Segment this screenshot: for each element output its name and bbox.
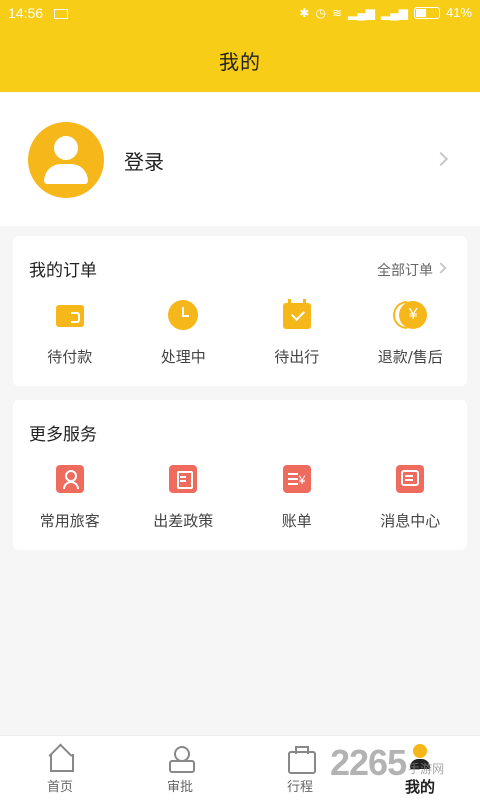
watermark-number: 2265: [330, 742, 407, 783]
orders-grid: 待付款 处理中 待出行 ¥ 退款/售后: [13, 298, 467, 367]
order-processing[interactable]: 处理中: [127, 298, 241, 367]
alarm-icon: ◷: [315, 5, 326, 20]
all-orders-link[interactable]: 全部订单: [377, 260, 433, 280]
more-services-card: 更多服务 常用旅客 出差政策 账单 消息中心: [13, 400, 467, 550]
traveler-icon: [55, 465, 84, 493]
home-icon: [45, 744, 75, 772]
services-title: 更多服务: [29, 425, 97, 445]
message-icon: [396, 465, 425, 493]
service-label: 常用旅客: [39, 512, 100, 530]
signal-icon: ▂▄▆: [348, 5, 375, 20]
policy-doc-icon: [169, 465, 198, 493]
order-label: 待付款: [47, 348, 93, 366]
battery-percent: 41%: [445, 5, 472, 20]
status-bar: 14:56 ✱ ◷ ≋ ▂▄▆ ▂▄▆ 41%: [0, 0, 480, 28]
status-time: 14:56: [8, 5, 44, 21]
calendar-check-icon: [282, 299, 311, 329]
login-label: 登录: [124, 150, 164, 174]
order-label: 退款/售后: [377, 348, 443, 366]
service-label: 出差政策: [153, 512, 214, 530]
page-title: 我的: [219, 49, 261, 74]
watermark: 2265 手游网: [330, 742, 444, 784]
battery-icon: [413, 6, 440, 19]
app-header: 我的: [0, 28, 480, 92]
order-label: 待出行: [274, 348, 320, 366]
order-refund[interactable]: ¥ 退款/售后: [354, 298, 468, 367]
service-travel-policy[interactable]: 出差政策: [127, 462, 241, 531]
tab-home[interactable]: 首页: [0, 736, 120, 800]
tab-approve[interactable]: 审批: [120, 736, 240, 800]
service-bills[interactable]: 账单: [240, 462, 354, 531]
orders-title: 我的订单: [29, 261, 97, 281]
wifi-icon: ≋: [331, 5, 343, 20]
service-label: 账单: [281, 512, 312, 530]
tab-label: 审批: [166, 780, 193, 795]
status-indicators: ✱ ◷ ≋ ▂▄▆ ▂▄▆ 41%: [299, 5, 472, 20]
profile-login-row[interactable]: 登录: [0, 92, 480, 226]
chevron-right-icon: [435, 262, 447, 274]
wallet-icon: [55, 305, 84, 327]
signal-icon-2: ▂▄▆: [381, 5, 408, 20]
order-pending-payment[interactable]: 待付款: [13, 298, 127, 367]
service-frequent-travelers[interactable]: 常用旅客: [13, 462, 127, 531]
clock-icon: [168, 300, 199, 330]
bill-icon: [282, 465, 311, 493]
refund-yen-icon: ¥: [393, 298, 428, 332]
suitcase-icon: [285, 744, 316, 774]
approve-icon: [165, 744, 195, 773]
tab-label: 行程: [286, 780, 313, 795]
my-orders-card: 我的订单 全部订单 待付款 处理中 待出行 ¥ 退款/售后: [13, 236, 467, 386]
avatar: [28, 122, 104, 198]
order-upcoming-trip[interactable]: 待出行: [240, 298, 354, 367]
mail-icon: [54, 9, 68, 19]
service-label: 消息中心: [380, 512, 441, 530]
services-grid: 常用旅客 出差政策 账单 消息中心: [13, 462, 467, 531]
service-message-center[interactable]: 消息中心: [354, 462, 468, 531]
tab-label: 首页: [46, 780, 73, 795]
order-label: 处理中: [160, 348, 206, 366]
watermark-text: 手游网: [408, 761, 445, 776]
bluetooth-icon: ✱: [299, 5, 310, 20]
